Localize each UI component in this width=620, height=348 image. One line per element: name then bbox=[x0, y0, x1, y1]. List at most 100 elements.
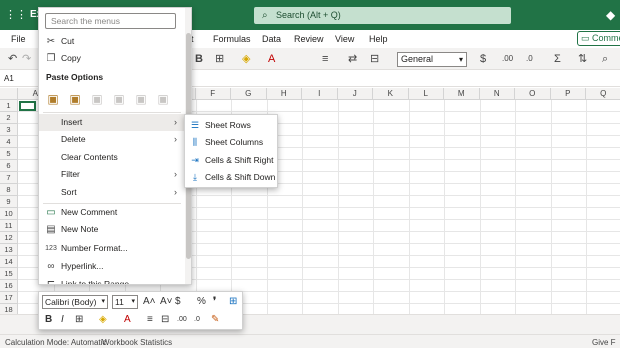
font-color-icon[interactable]: A bbox=[268, 53, 275, 65]
row-header[interactable]: 14 bbox=[0, 256, 18, 268]
premium-icon[interactable]: ◆ bbox=[606, 8, 615, 22]
menu-item-cut[interactable]: ✂ Cut bbox=[39, 33, 185, 50]
fill-color-icon[interactable]: ◈ bbox=[99, 314, 107, 326]
merge-icon[interactable]: ⊟ bbox=[370, 53, 379, 65]
row-header[interactable]: 17 bbox=[0, 292, 18, 304]
row-header[interactable]: 8 bbox=[0, 184, 18, 196]
increase-decimal-icon[interactable]: .00 bbox=[502, 53, 513, 65]
feedback-link[interactable]: Give F bbox=[592, 338, 616, 347]
column-header[interactable]: J bbox=[337, 88, 373, 100]
search-box[interactable]: ⌕ Search (Alt + Q) bbox=[254, 7, 511, 24]
calculation-mode[interactable]: Calculation Mode: Automatic bbox=[5, 338, 106, 347]
row-header[interactable]: 9 bbox=[0, 196, 18, 208]
menu-item-new-comment[interactable]: ▭ New Comment bbox=[39, 204, 185, 221]
submenu-item-sheet-rows[interactable]: ☰ Sheet Rows bbox=[185, 117, 277, 134]
align-icon[interactable]: ≡ bbox=[322, 53, 328, 65]
undo-icon[interactable]: ↶ bbox=[8, 53, 17, 65]
menu-search-input[interactable]: Search the menus bbox=[45, 13, 176, 29]
borders-icon[interactable]: ⊞ bbox=[215, 53, 224, 65]
select-all-corner[interactable] bbox=[0, 88, 18, 100]
comma-style-icon[interactable]: ❜ bbox=[213, 296, 216, 308]
decrease-decimal-icon[interactable]: .0 bbox=[194, 314, 200, 326]
menu-item-insert[interactable]: Insert › bbox=[39, 114, 185, 131]
name-box[interactable]: A1 bbox=[4, 74, 14, 83]
submenu-item-cells-shift-right[interactable]: ⇥ Cells & Shift Right bbox=[185, 152, 277, 169]
column-header[interactable]: M bbox=[444, 88, 480, 100]
tab-help[interactable]: Help bbox=[369, 34, 388, 44]
menu-item-new-note[interactable]: ▤ New Note bbox=[39, 221, 185, 238]
menu-item-link-to-range[interactable]: ⊏ Link to this Range bbox=[39, 276, 185, 284]
paste-formulas-icon[interactable]: ▣ bbox=[89, 91, 105, 108]
borders-icon[interactable]: ⊞ bbox=[75, 314, 83, 326]
row-header[interactable]: 13 bbox=[0, 244, 18, 256]
currency-icon[interactable]: $ bbox=[480, 53, 486, 65]
paste-link-icon[interactable]: ▣ bbox=[155, 91, 171, 108]
paste-formatting-icon[interactable]: ▣ bbox=[111, 91, 127, 108]
number-format-select[interactable]: General ▾ bbox=[397, 52, 467, 67]
autosum-icon[interactable]: Σ bbox=[554, 53, 561, 65]
tab-view[interactable]: View bbox=[335, 34, 354, 44]
paste-values-icon[interactable]: ▣ bbox=[67, 91, 83, 108]
fill-color-icon[interactable]: ◈ bbox=[242, 53, 250, 65]
row-header[interactable]: 7 bbox=[0, 172, 18, 184]
tab-data[interactable]: Data bbox=[262, 34, 281, 44]
tab-review[interactable]: Review bbox=[294, 34, 324, 44]
row-header[interactable]: 15 bbox=[0, 268, 18, 280]
shrink-font-icon[interactable]: A˅ bbox=[160, 296, 173, 308]
row-header[interactable]: 18 bbox=[0, 304, 18, 314]
column-header[interactable]: L bbox=[408, 88, 444, 100]
align-icon[interactable]: ≡ bbox=[147, 314, 153, 326]
column-header[interactable]: P bbox=[550, 88, 586, 100]
menu-item-number-format[interactable]: 123 Number Format... bbox=[39, 240, 185, 257]
tab-file[interactable]: File bbox=[11, 34, 26, 44]
menu-item-copy[interactable]: ❐ Copy bbox=[39, 50, 185, 67]
row-header[interactable]: 10 bbox=[0, 208, 18, 220]
redo-icon[interactable]: ↷ bbox=[22, 53, 31, 65]
font-family-select[interactable]: Calibri (Body) ▾ bbox=[42, 295, 108, 309]
italic-icon[interactable]: I bbox=[61, 314, 64, 326]
menu-item-filter[interactable]: Filter › bbox=[39, 166, 185, 183]
app-launcher-icon[interactable]: ⋮⋮ bbox=[5, 9, 27, 21]
row-header[interactable]: 16 bbox=[0, 280, 18, 292]
column-header[interactable]: I bbox=[302, 88, 338, 100]
row-header[interactable]: 4 bbox=[0, 136, 18, 148]
column-header[interactable]: O bbox=[515, 88, 551, 100]
column-header[interactable]: F bbox=[195, 88, 231, 100]
row-header[interactable]: 5 bbox=[0, 148, 18, 160]
grow-font-icon[interactable]: A˄ bbox=[143, 296, 156, 308]
percent-icon[interactable]: % bbox=[197, 296, 206, 308]
column-header[interactable]: G bbox=[231, 88, 267, 100]
selected-cell[interactable] bbox=[19, 101, 36, 111]
font-size-select[interactable]: 11 ▾ bbox=[112, 295, 138, 309]
row-header[interactable]: 11 bbox=[0, 220, 18, 232]
format-table-icon[interactable]: ⊞ bbox=[229, 296, 237, 308]
menu-item-sort[interactable]: Sort › bbox=[39, 184, 185, 201]
wrap-text-icon[interactable]: ⇄ bbox=[348, 53, 357, 65]
submenu-item-cells-shift-down[interactable]: ⤓ Cells & Shift Down bbox=[185, 169, 277, 186]
paste-transpose-icon[interactable]: ▣ bbox=[133, 91, 149, 108]
workbook-statistics[interactable]: Workbook Statistics bbox=[102, 338, 172, 347]
column-header[interactable]: K bbox=[373, 88, 409, 100]
decrease-decimal-icon[interactable]: .0 bbox=[526, 53, 533, 65]
comments-button[interactable]: ▭ Comme bbox=[577, 31, 620, 46]
row-header[interactable]: 6 bbox=[0, 160, 18, 172]
increase-decimal-icon[interactable]: .00 bbox=[177, 314, 187, 326]
row-header[interactable]: 12 bbox=[0, 232, 18, 244]
column-header[interactable]: Q bbox=[586, 88, 620, 100]
paste-icon[interactable]: ▣ bbox=[45, 91, 61, 108]
submenu-item-sheet-columns[interactable]: ⫼ Sheet Columns bbox=[185, 134, 277, 151]
column-header[interactable]: N bbox=[479, 88, 515, 100]
row-header[interactable]: 1 bbox=[0, 100, 18, 112]
sort-filter-icon[interactable]: ⇅ bbox=[578, 53, 587, 65]
find-icon[interactable]: ⌕ bbox=[602, 53, 608, 65]
font-color-icon[interactable]: A bbox=[124, 314, 131, 326]
currency-icon[interactable]: $ bbox=[175, 296, 181, 308]
row-header[interactable]: 3 bbox=[0, 124, 18, 136]
bold-icon[interactable]: B bbox=[45, 314, 52, 326]
tab-formulas[interactable]: Formulas bbox=[213, 34, 251, 44]
menu-item-delete[interactable]: Delete › bbox=[39, 131, 185, 148]
format-painter-icon[interactable]: ✎ bbox=[211, 314, 219, 326]
merge-icon[interactable]: ⊟ bbox=[161, 314, 169, 326]
row-header[interactable]: 2 bbox=[0, 112, 18, 124]
bold-icon[interactable]: B bbox=[195, 53, 203, 65]
